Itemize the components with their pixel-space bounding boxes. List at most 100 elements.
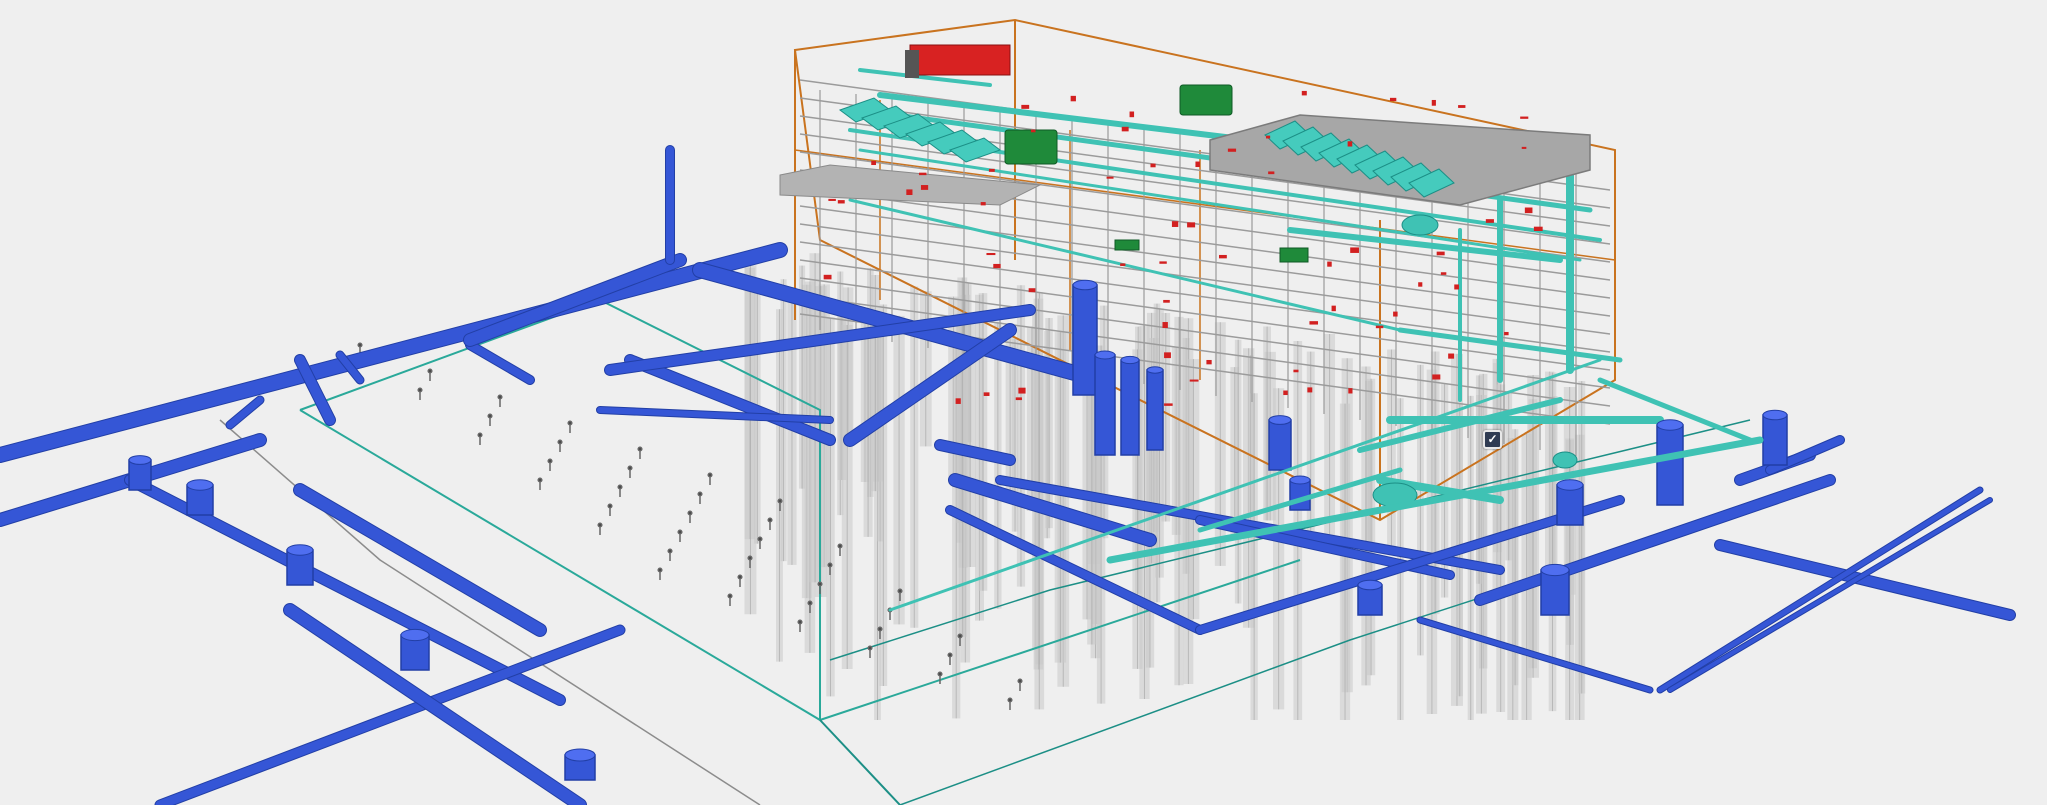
green-unit-2	[1004, 129, 1058, 165]
stub-head	[737, 574, 743, 580]
red-fitting	[1293, 369, 1299, 373]
red-fitting	[1129, 111, 1135, 118]
stub-head	[767, 517, 773, 523]
blue-column-top	[286, 544, 314, 556]
teal-tank	[1401, 214, 1439, 236]
blue-column-top	[128, 455, 152, 465]
stub-head	[707, 472, 713, 478]
red-fitting	[1533, 226, 1543, 232]
red-fitting	[920, 185, 929, 190]
blue-column	[1268, 419, 1292, 471]
blue-column-top	[1120, 355, 1140, 365]
blue-pipe	[466, 341, 534, 384]
stub-head	[1017, 678, 1023, 684]
red-fitting	[1485, 219, 1494, 223]
red-fitting	[1121, 126, 1129, 132]
red-fitting	[1189, 379, 1199, 382]
red-fitting	[1389, 97, 1397, 102]
blue-column-top	[1540, 563, 1570, 577]
red-fitting	[1283, 390, 1288, 396]
blue-pipe	[1715, 540, 2015, 620]
stub-head	[697, 491, 703, 497]
blue-column	[1120, 359, 1140, 456]
blue-column	[1540, 569, 1570, 616]
red-fitting	[955, 398, 961, 404]
blue-column-top	[1556, 479, 1584, 491]
blue-column	[1762, 414, 1788, 466]
blue-column	[1072, 284, 1098, 396]
blue-column	[1656, 424, 1684, 506]
red-fitting	[1307, 387, 1313, 393]
red-fitting	[1458, 105, 1466, 108]
stub-head	[487, 413, 493, 419]
red-fitting	[1348, 388, 1353, 394]
model-canvas[interactable]	[0, 0, 2047, 805]
stub-head	[537, 477, 543, 483]
red-fitting	[1120, 263, 1126, 266]
stub-head	[817, 581, 823, 587]
stub-head	[417, 387, 423, 393]
red-fitting	[993, 263, 1001, 269]
red-fitting	[1164, 403, 1173, 406]
red-fitting	[1327, 261, 1332, 267]
blue-pipe-network	[0, 145, 2016, 805]
red-fitting	[906, 189, 913, 196]
stub-head	[547, 458, 553, 464]
red-fitting	[1106, 176, 1114, 179]
blue-pipe	[0, 243, 787, 462]
stub-head	[897, 588, 903, 594]
stub-head	[797, 619, 803, 625]
stub-head	[477, 432, 483, 438]
red-fitting	[1521, 146, 1527, 149]
red-fitting	[1393, 311, 1398, 317]
stub-head	[687, 510, 693, 516]
red-fitting	[1431, 99, 1436, 106]
blue-column-top	[400, 628, 430, 642]
stub-head	[557, 439, 563, 445]
red-fitting	[1375, 325, 1384, 329]
red-fitting	[1504, 331, 1509, 336]
red-fitting	[1418, 282, 1423, 287]
stub-head	[637, 446, 643, 452]
red-fitting	[1436, 251, 1445, 256]
red-fitting	[1150, 163, 1156, 168]
red-fitting	[988, 168, 995, 172]
red-fitting	[1015, 397, 1022, 401]
blue-column-top	[1094, 350, 1116, 360]
stub-head	[777, 498, 783, 504]
red-unit-2	[905, 50, 919, 78]
red-fitting	[1028, 288, 1036, 293]
stub-head	[497, 394, 503, 400]
red-fitting	[1432, 374, 1441, 380]
red-fitting	[1454, 284, 1459, 290]
red-fitting	[1030, 129, 1036, 133]
stub-head	[937, 671, 943, 677]
red-fitting	[1520, 116, 1529, 119]
red-fitting	[1162, 322, 1168, 328]
3d-model-viewport[interactable]: ✓	[0, 0, 2047, 805]
red-unit-1	[909, 44, 1011, 76]
blue-column-top	[1357, 579, 1383, 591]
stub-head	[427, 368, 433, 374]
blue-column-top	[1762, 409, 1788, 421]
stub-head	[667, 548, 673, 554]
blue-column-top	[1656, 419, 1684, 431]
red-fitting	[1171, 221, 1179, 227]
red-fitting	[1164, 352, 1171, 359]
green-unit-1	[1179, 84, 1233, 116]
blue-column	[1094, 354, 1116, 456]
stub-head	[677, 529, 683, 535]
red-fitting	[1159, 261, 1167, 264]
red-fitting	[871, 160, 877, 166]
issue-marker[interactable]: ✓	[1483, 430, 1502, 449]
red-fitting	[986, 253, 996, 256]
red-fitting	[1227, 148, 1237, 152]
stub-head	[597, 522, 603, 528]
red-fitting	[919, 172, 927, 176]
blue-column	[1556, 484, 1584, 526]
red-equipment	[905, 44, 1011, 78]
checkmark-icon: ✓	[1487, 432, 1498, 446]
red-fitting	[980, 202, 986, 206]
stub-head	[837, 543, 843, 549]
red-fitting	[837, 200, 845, 204]
